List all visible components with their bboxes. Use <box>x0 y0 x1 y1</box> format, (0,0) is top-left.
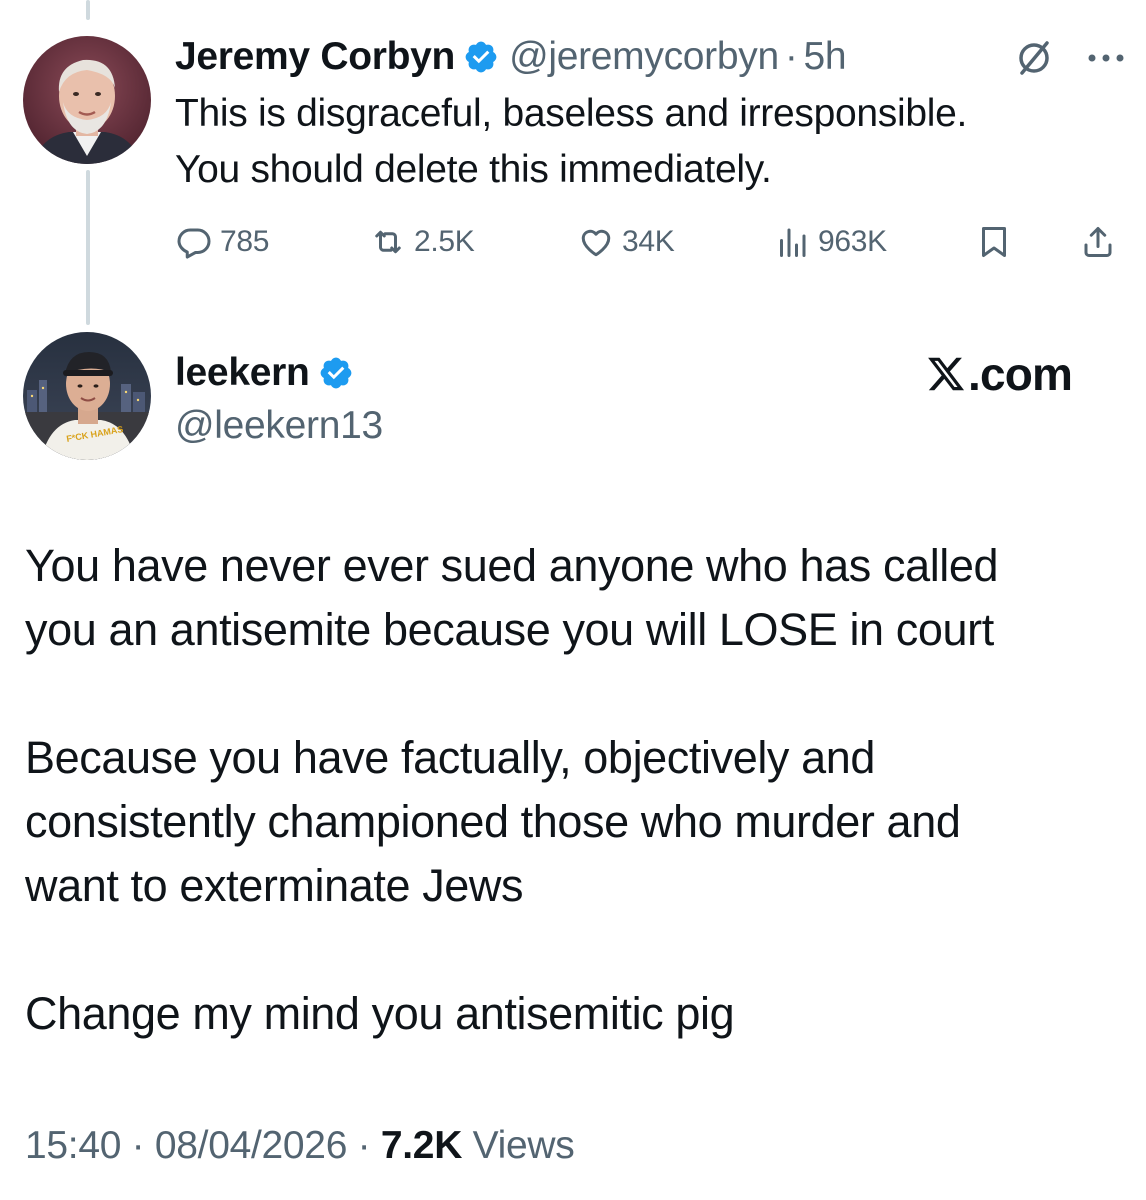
more-icon[interactable] <box>1086 46 1126 70</box>
reply-separator: · <box>784 35 798 78</box>
tweet-time[interactable]: 15:40 <box>25 1124 121 1167</box>
like-button[interactable]: 34K <box>578 222 675 262</box>
views-button[interactable]: 963K <box>774 222 887 262</box>
tweet-line: want to exterminate Jews <box>25 860 524 911</box>
meta-separator: · <box>131 1124 145 1167</box>
tweet-paragraph: Change my mind you antisemitic pig <box>25 982 1125 1046</box>
main-handle[interactable]: @leekern13 <box>175 404 383 448</box>
tweet-paragraph: Because you have factually, objectively … <box>25 726 1125 918</box>
tweet-views-count[interactable]: 7.2K <box>381 1124 462 1167</box>
retweet-count: 2.5K <box>414 225 475 258</box>
thread-line-connector <box>86 170 90 325</box>
tweet-meta: 15:40 · 08/04/2026 · 7.2K Views <box>25 1124 575 1168</box>
retweet-icon <box>375 230 401 254</box>
retweet-button[interactable]: 2.5K <box>370 222 475 262</box>
brand-x-com: .com <box>926 346 1073 402</box>
views-icon <box>780 228 806 257</box>
verified-badge-icon[interactable] <box>463 39 499 75</box>
tweet-line: consistently championed those who murder… <box>25 796 961 847</box>
meta-separator: · <box>357 1124 371 1167</box>
avatar-jeremy-corbyn[interactable] <box>23 36 151 164</box>
tweet-body: You have never ever sued anyone who has … <box>25 534 1125 1046</box>
reply-display-name[interactable]: Jeremy Corbyn <box>175 35 455 79</box>
tweet-line: Because you have factually, objectively … <box>25 732 875 783</box>
reply-handle[interactable]: @jeremycorbyn <box>509 35 779 79</box>
bookmark-button[interactable] <box>976 222 1012 262</box>
like-icon <box>581 229 611 257</box>
reply-button[interactable]: 785 <box>176 222 269 262</box>
tweet-date[interactable]: 08/04/2026 <box>155 1124 348 1167</box>
reply-text: This is disgraceful, baseless and irresp… <box>175 86 1105 198</box>
main-display-name[interactable]: leekern <box>175 351 310 395</box>
reply-count: 785 <box>220 225 270 258</box>
reply-timestamp[interactable]: 5h <box>804 35 847 79</box>
thread-line-top <box>86 0 90 20</box>
main-name-row: leekern <box>175 350 354 396</box>
x-logo-icon <box>928 357 965 391</box>
verified-badge-icon[interactable] <box>318 355 354 391</box>
share-button[interactable] <box>1080 222 1116 262</box>
tweet-line: Change my mind you antisemitic pig <box>25 988 735 1039</box>
reply-icon <box>177 228 211 259</box>
like-count: 34K <box>622 225 675 258</box>
tweet-paragraph: You have never ever sued anyone who has … <box>25 534 1125 662</box>
grok-icon[interactable] <box>1014 38 1054 78</box>
reply-header: Jeremy Corbyn @jeremycorbyn · 5h <box>175 34 847 80</box>
reply-text-line: You should delete this immediately. <box>175 148 772 191</box>
tweet-line: You have never ever sued anyone who has … <box>25 540 999 591</box>
avatar-leekern[interactable]: F*CK HAMAS <box>23 332 151 460</box>
brand-text: .com <box>968 348 1073 400</box>
reply-text-line: This is disgraceful, baseless and irresp… <box>175 92 967 135</box>
views-count: 963K <box>818 225 887 258</box>
tweet-line: you an antisemite because you will LOSE … <box>25 604 994 655</box>
share-icon <box>1084 227 1112 257</box>
bookmark-icon <box>982 227 1006 257</box>
tweet-views-label: Views <box>472 1124 575 1167</box>
